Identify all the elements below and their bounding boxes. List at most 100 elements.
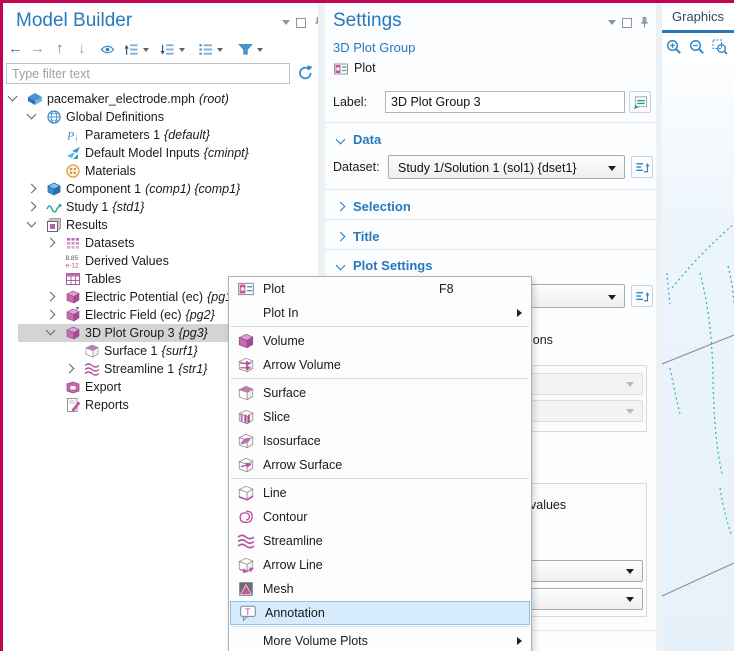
menu-item-annotation[interactable]: Annotation	[230, 601, 530, 625]
collapse-caret-icon[interactable]	[608, 20, 616, 25]
tree-tag: {str1}	[178, 362, 207, 376]
dropdown-caret-icon	[626, 597, 634, 602]
menu-item-more-volume-plots[interactable]: More Volume Plots	[229, 629, 531, 651]
annotation-icon	[239, 604, 257, 622]
filter-caret-icon[interactable]	[257, 48, 263, 52]
node-list-caret-icon[interactable]	[217, 48, 223, 52]
float-icon[interactable]	[622, 18, 632, 28]
tree-item-component[interactable]: Component 1 (comp1) {comp1}	[0, 180, 318, 198]
model-builder-toolbar: ← → ↑ ↓	[0, 40, 318, 60]
tree-label: Surface 1	[104, 344, 158, 358]
tree-tag: {default}	[164, 128, 210, 142]
move-down-icon[interactable]: ↓	[78, 41, 86, 57]
menu-item-label: Slice	[263, 405, 290, 429]
chevron-right-icon[interactable]	[27, 202, 37, 212]
menu-item-volume[interactable]: Volume	[229, 329, 531, 353]
chevron-right-icon[interactable]	[46, 310, 56, 320]
collapse-caret-icon[interactable]	[282, 20, 290, 25]
section-header-selection[interactable]: Selection	[325, 197, 656, 217]
menu-item-label: Surface	[263, 381, 306, 405]
go-to-source-button[interactable]	[631, 156, 653, 178]
label-input[interactable]	[385, 91, 625, 113]
tree-item-global-definitions[interactable]: Global Definitions	[0, 108, 318, 126]
menu-item-label: Annotation	[265, 602, 325, 624]
menu-item-label: Plot In	[263, 301, 298, 325]
expand-list-caret-icon[interactable]	[143, 48, 149, 52]
go-to-view-button[interactable]	[631, 285, 653, 307]
tree-item-datasets[interactable]: Datasets	[0, 234, 318, 252]
menu-separator	[231, 378, 529, 379]
menu-separator	[231, 326, 529, 327]
tree-tag: (root)	[199, 92, 229, 106]
chevron-right-icon[interactable]	[27, 184, 37, 194]
tree-label: Component 1	[66, 182, 141, 196]
chevron-down-icon[interactable]	[27, 218, 37, 228]
plot-group-3d-icon	[65, 289, 81, 305]
node-list-icon[interactable]	[198, 42, 213, 57]
tree-item-derived-values[interactable]: Derived Values	[0, 252, 318, 270]
zoom-in-icon[interactable]	[666, 39, 682, 55]
zoom-extents-icon[interactable]	[712, 39, 728, 55]
tree-label: Electric Potential (ec)	[85, 290, 203, 304]
section-header-plot-settings[interactable]: Plot Settings	[325, 256, 656, 276]
tree-item-results[interactable]: Results	[0, 216, 318, 234]
tree-tag: {cminpt}	[204, 146, 249, 160]
menu-item-line[interactable]: Line	[229, 481, 531, 505]
collapse-list-caret-icon[interactable]	[179, 48, 185, 52]
menu-item-plot-in[interactable]: Plot In	[229, 301, 531, 325]
tree-tag: (comp1) {comp1}	[145, 182, 240, 196]
chevron-right-icon[interactable]	[46, 238, 56, 248]
move-up-icon[interactable]: ↑	[56, 41, 64, 57]
reports-icon	[65, 397, 81, 413]
tree-item-default-model-inputs[interactable]: Default Model Inputs{cminpt}	[0, 144, 318, 162]
menu-item-isosurface[interactable]: Isosurface	[229, 429, 531, 453]
chevron-down-icon[interactable]	[8, 92, 18, 102]
pin-icon[interactable]	[638, 16, 651, 29]
menu-item-streamline[interactable]: Streamline	[229, 529, 531, 553]
export-icon	[65, 379, 81, 395]
tree-tag: {std1}	[112, 200, 144, 214]
dropdown-caret-icon	[626, 382, 634, 387]
label-field-caption: Label:	[333, 95, 367, 109]
results-icon	[46, 217, 62, 233]
float-icon[interactable]	[296, 18, 306, 28]
menu-item-slice[interactable]: Slice	[229, 405, 531, 429]
menu-item-arrow-surface[interactable]: Arrow Surface	[229, 453, 531, 477]
chevron-right-icon[interactable]	[65, 364, 75, 374]
plot-node-type-label: Plot	[354, 61, 376, 75]
forward-arrow-icon[interactable]: →	[30, 41, 45, 57]
tree-item-parameters[interactable]: Parameters 1{default}	[0, 126, 318, 144]
refresh-icon[interactable]	[297, 64, 314, 81]
menu-item-plot[interactable]: Plot F8	[229, 277, 531, 301]
tab-graphics[interactable]: Graphics	[672, 9, 724, 24]
zoom-out-icon[interactable]	[689, 39, 705, 55]
plot-canvas-content	[662, 58, 734, 651]
expand-list-icon[interactable]	[124, 42, 139, 57]
menu-item-label: Arrow Volume	[263, 353, 341, 377]
chevron-right-icon	[336, 202, 346, 212]
section-header-data[interactable]: Data	[325, 130, 656, 150]
filter-input[interactable]	[6, 63, 290, 84]
arrow-line-icon	[237, 556, 255, 574]
tree-item-study[interactable]: Study 1{std1}	[0, 198, 318, 216]
menu-item-arrow-line[interactable]: Arrow Line	[229, 553, 531, 577]
plot-icon	[333, 61, 349, 77]
show-eye-icon[interactable]	[100, 42, 115, 57]
menu-item-mesh[interactable]: Mesh	[229, 577, 531, 601]
menu-item-contour[interactable]: Contour	[229, 505, 531, 529]
dataset-dropdown[interactable]: Study 1/Solution 1 (sol1) {dset1}	[388, 155, 625, 179]
back-arrow-icon[interactable]: ←	[8, 41, 23, 57]
graphics-canvas[interactable]	[662, 58, 734, 651]
collapse-list-icon[interactable]	[160, 42, 175, 57]
menu-item-surface[interactable]: Surface	[229, 381, 531, 405]
chevron-right-icon[interactable]	[46, 292, 56, 302]
chevron-down-icon[interactable]	[27, 110, 37, 120]
menu-item-arrow-volume[interactable]: Arrow Volume	[229, 353, 531, 377]
plot-group-3d-new-icon	[65, 307, 81, 323]
tree-item-materials[interactable]: Materials	[0, 162, 318, 180]
rename-button[interactable]	[629, 91, 651, 113]
section-header-title[interactable]: Title	[325, 227, 656, 247]
filter-funnel-icon[interactable]	[238, 42, 253, 57]
tree-item-root[interactable]: pacemaker_electrode.mph(root)	[0, 90, 318, 108]
settings-header-controls	[608, 16, 651, 29]
